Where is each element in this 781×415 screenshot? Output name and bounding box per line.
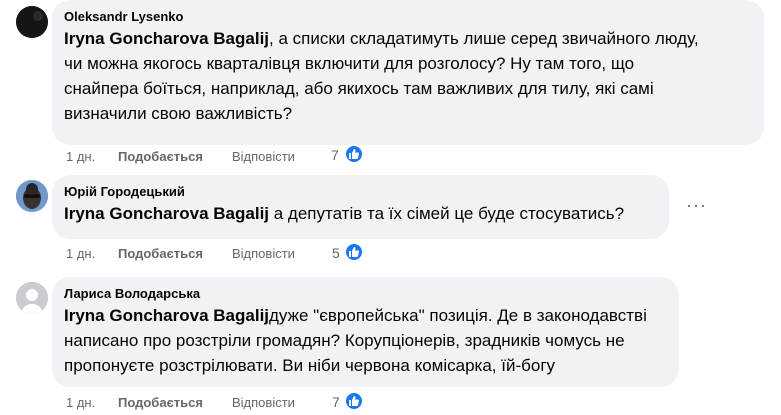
thumbs-up-icon — [349, 149, 360, 159]
reaction-count[interactable]: 7 — [332, 394, 340, 410]
avatar[interactable] — [16, 180, 48, 212]
avatar[interactable] — [16, 6, 48, 38]
comment-text-line: пропонуєте розстрілювати. Ви ніби червон… — [64, 356, 556, 375]
comment-text: Iryna Goncharova Bagalij, а списки склад… — [64, 26, 752, 126]
mention-link[interactable]: Iryna Goncharova Bagalij — [64, 306, 269, 325]
comment-time[interactable]: 1 дн. — [66, 395, 95, 410]
comment-text-line: снайпера боїться, наприклад, або якихось… — [64, 79, 654, 98]
comment-text-line: а депутатів та їх сімей це буде стосуват… — [269, 204, 625, 223]
more-options-icon[interactable]: ··· — [686, 195, 707, 216]
comment-text-line: , а списки складатимуть лише серед звича… — [269, 29, 699, 48]
mention-link[interactable]: Iryna Goncharova Bagalij — [64, 204, 269, 223]
avatar[interactable] — [16, 282, 48, 314]
reply-button[interactable]: Відповісти — [232, 246, 295, 261]
dark-avatar-icon — [16, 6, 48, 38]
like-reaction-badge[interactable] — [344, 391, 364, 411]
mention-link[interactable]: Iryna Goncharova Bagalij — [64, 29, 269, 48]
default-user-icon — [16, 282, 48, 314]
comment-bubble: Лариса Володарська Iryna Goncharova Baga… — [52, 277, 679, 387]
comment-author[interactable]: Юрій Городецький — [64, 183, 657, 201]
reaction-count[interactable]: 7 — [331, 147, 339, 163]
comment-text-line: написано про розстріли громадян? Корупці… — [64, 331, 625, 350]
reaction-count[interactable]: 5 — [332, 245, 340, 261]
comment-bubble: Юрій Городецький Iryna Goncharova Bagali… — [52, 175, 669, 239]
comment-time[interactable]: 1 дн. — [66, 149, 95, 164]
photo-avatar-icon — [16, 180, 48, 212]
like-button[interactable]: Подобається — [118, 246, 203, 261]
comment-text: Iryna Goncharova Bagalijдуже "європейськ… — [64, 303, 667, 378]
like-reaction-badge[interactable] — [344, 144, 364, 164]
comment-bubble: Oleksandr Lysenko Iryna Goncharova Bagal… — [52, 0, 764, 145]
like-reaction-badge[interactable] — [344, 242, 364, 262]
like-button[interactable]: Подобається — [118, 149, 203, 164]
thumbs-up-icon — [349, 396, 360, 406]
comment-text-line: дуже "європейська" позиція. Де в законод… — [269, 306, 647, 325]
thumbs-up-icon — [349, 247, 360, 257]
comment-text-line: визначили свою важливість? — [64, 104, 293, 123]
comment-author[interactable]: Oleksandr Lysenko — [64, 8, 752, 26]
comment-author[interactable]: Лариса Володарська — [64, 285, 667, 303]
comment-text: Iryna Goncharova Bagalij а депутатів та … — [64, 201, 657, 226]
reply-button[interactable]: Відповісти — [232, 149, 295, 164]
comment-time[interactable]: 1 дн. — [66, 246, 95, 261]
like-button[interactable]: Подобається — [118, 395, 203, 410]
reply-button[interactable]: Відповісти — [232, 395, 295, 410]
comment-text-line: чи можна якогось кварталівця включити дл… — [64, 54, 635, 73]
